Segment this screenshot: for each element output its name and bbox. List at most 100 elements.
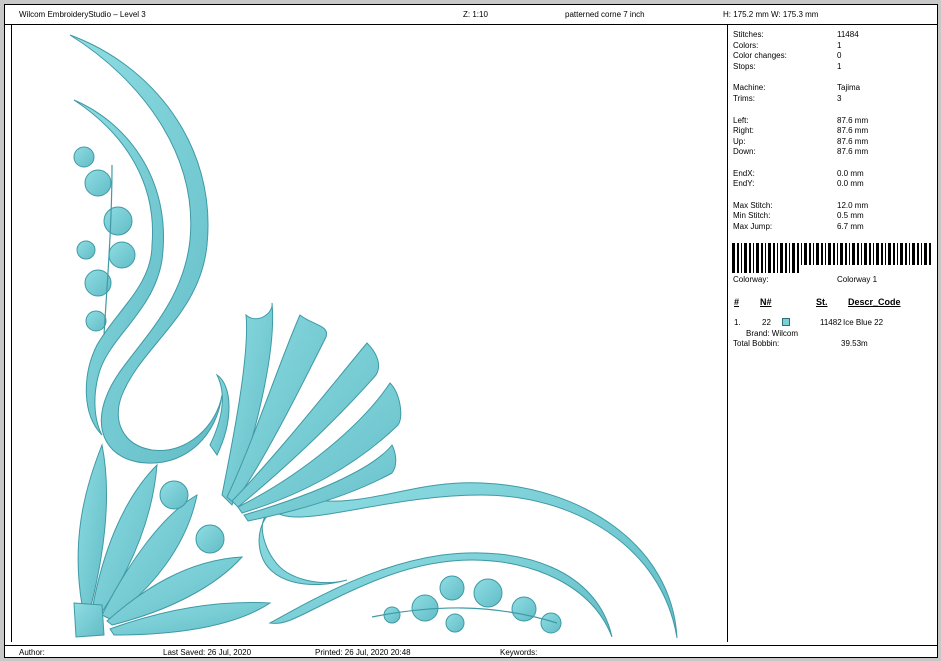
stat-row: Stops: 1 [733,62,842,71]
berry [411,594,439,622]
barcode-bar [737,243,739,273]
stat-row: Color changes: 0 [733,51,842,60]
stat-row: Machine: Tajima [733,83,861,92]
thread-index: 1. [734,318,741,327]
berry [76,240,96,260]
leaf-base [73,602,105,638]
barcode-bar [917,243,919,265]
author-field: Author: [19,648,45,657]
barcode-bar [813,243,814,265]
barcode-bar [893,243,895,265]
berry [73,146,95,168]
barcode-image [732,243,931,273]
barcode-bar [861,243,862,265]
last-saved-field: Last Saved: 26 Jul, 2020 [163,648,252,657]
barcode-bar [780,243,783,273]
barcode-bar [924,243,927,265]
berry [511,596,537,622]
barcode-bar [792,243,795,273]
barcode-bar [777,243,778,273]
col-header-index: # [734,297,740,307]
barcode-bar [929,243,931,265]
barcode-bar [789,243,790,273]
barcode-bar [825,243,826,265]
barcode-bar [849,243,850,265]
barcode-bar [816,243,819,265]
barcode-bar [876,243,879,265]
barcode-bar [809,243,811,265]
page-footer: Author: Last Saved: 26 Jul, 2020 Printed… [5,645,937,657]
barcode-bar [749,243,751,273]
app-title: Wilcom EmbroideryStudio – Level 3 [19,10,146,19]
barcode-bar [761,243,763,273]
stat-row: Down: 87.6 mm [733,147,869,156]
design-size: H: 175.2 mm W: 175.3 mm [723,10,819,19]
barcode-bar [897,243,898,265]
berry [383,606,401,624]
barcode-bar [869,243,871,265]
berry [473,578,503,608]
barcode-bar [852,243,855,265]
stat-row: Right: 87.6 mm [733,126,869,135]
thread-brand: Brand: Wilcom [746,329,799,338]
embroidery-design [69,34,678,639]
barcode-bar [732,243,735,273]
barcode-bar [905,243,907,265]
barcode-bar [857,243,859,265]
col-header-stitches: St. [816,297,828,307]
barcode-bar [768,243,771,273]
barcode-bar [797,243,799,273]
barcode-bar [885,243,886,265]
barcode-bar [840,243,843,265]
stat-row: Stitches: 11484 [733,30,859,39]
barcode-bar [921,243,922,265]
barcode-bar [821,243,823,265]
berry [445,613,465,633]
berry [439,575,465,601]
barcode-bar [888,243,891,265]
berry [108,241,136,269]
printed-field: Printed: 26 Jul, 2020 20:48 [315,648,411,657]
berry [85,310,107,332]
berry [103,206,133,236]
barcode-bar [833,243,835,265]
barcode-bar [773,243,775,273]
barcode-bar [900,243,903,265]
thread-stitches: 11482 [820,318,842,327]
berry [84,169,112,197]
zoom-level: Z: 1:10 [463,10,488,19]
stat-row: EndY: 0.0 mm [733,179,864,188]
barcode-bar [845,243,847,265]
thread-number: 22 [762,318,771,327]
keywords-field: Keywords: [500,648,538,657]
barcode-bar [801,243,802,265]
barcode-bar [744,243,747,273]
barcode-bar [881,243,883,265]
page-header: Wilcom EmbroideryStudio – Level 3 Z: 1:1… [5,5,937,25]
stat-row: Up: 87.6 mm [733,137,869,146]
print-preview-window: Wilcom EmbroideryStudio – Level 3 Z: 1:1… [0,0,941,661]
stat-row: Min Stitch: 0.5 mm [733,211,864,220]
barcode-bar [864,243,867,265]
barcode-bar [837,243,838,265]
barcode-bar [741,243,742,273]
barcode-bar [756,243,759,273]
stat-row: Left: 87.6 mm [733,116,869,125]
fan-petal-6 [209,373,230,456]
berry [159,480,189,510]
barcode-bar [873,243,874,265]
colorway-row: Colorway: Colorway 1 [733,275,878,284]
design-canvas [11,25,728,642]
design-name: patterned corne 7 inch [565,10,645,19]
barcode-bar [753,243,754,273]
stat-row: EndX: 0.0 mm [733,169,864,178]
thread-description: Ice Blue 22 [843,318,884,327]
design-info-panel: Stitches: 11484 Colors: 1 Color changes: 0 … [730,25,938,642]
barcode-bar [804,243,807,265]
col-header-description: Descr_Code [848,297,901,307]
stat-row: Max Stitch: 12.0 mm [733,201,869,210]
berry [195,524,225,554]
stat-row: Trims: 3 [733,94,842,103]
worksheet-page: Wilcom EmbroideryStudio – Level 3 Z: 1:1… [4,4,938,658]
barcode-bar [909,243,910,265]
